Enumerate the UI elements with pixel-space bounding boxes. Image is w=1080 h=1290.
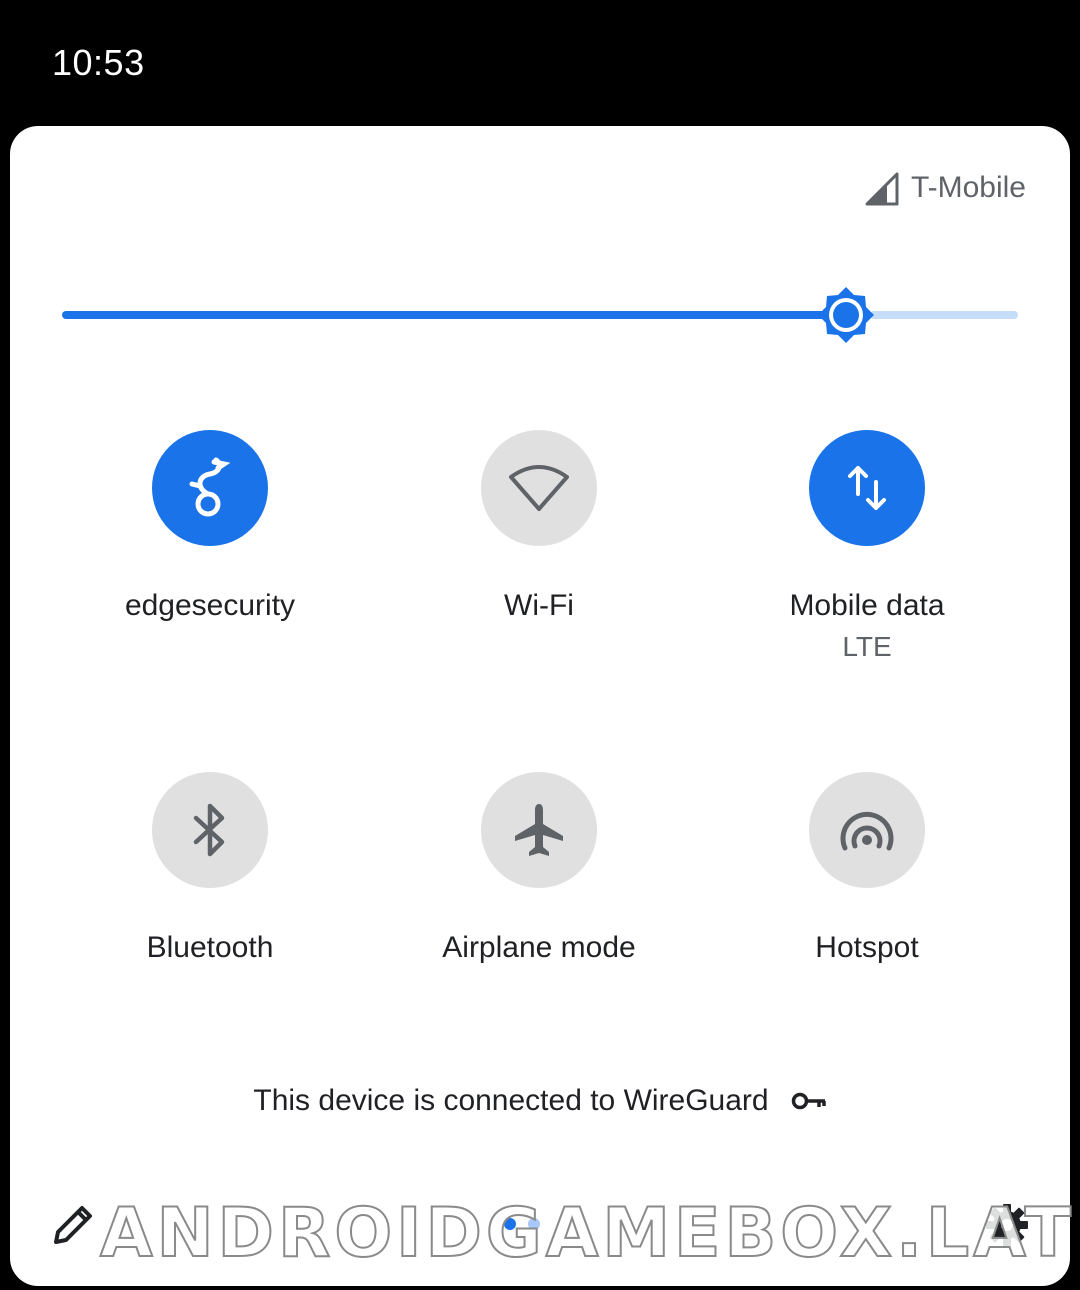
carrier-indicator: T-Mobile xyxy=(863,170,1026,206)
page-dot-inactive xyxy=(528,1218,540,1230)
brightness-track-filled[interactable] xyxy=(62,311,846,319)
tile-wifi[interactable]: Wi-Fi xyxy=(389,430,689,624)
cell-signal-icon xyxy=(865,172,899,206)
tile-sublabel: LTE xyxy=(842,631,892,662)
carrier-name: T-Mobile xyxy=(910,171,1026,204)
airplane-icon xyxy=(515,804,563,856)
tile-bluetooth-button[interactable] xyxy=(152,772,268,888)
tile-bluetooth[interactable]: Bluetooth xyxy=(60,772,360,966)
brightness-slider[interactable] xyxy=(62,285,1018,345)
clock: 10:53 xyxy=(52,42,145,83)
wifi-icon xyxy=(509,465,569,511)
tile-label: Airplane mode xyxy=(442,931,636,964)
brightness-icon[interactable] xyxy=(816,285,876,345)
tile-hotspot[interactable]: Hotspot xyxy=(717,772,1017,966)
brightness-track-rest[interactable] xyxy=(870,311,1018,319)
tile-mobile-data-button[interactable] xyxy=(809,430,925,546)
tile-airplane-mode-button[interactable] xyxy=(481,772,597,888)
vpn-key-icon xyxy=(791,1092,826,1110)
wireguard-dragon-icon xyxy=(189,457,231,517)
tile-airplane-mode[interactable]: Airplane mode xyxy=(389,772,689,966)
tile-mobile-data[interactable]: Mobile data LTE xyxy=(717,430,1017,664)
tile-label: edgesecurity xyxy=(124,589,296,622)
tile-label: Wi-Fi xyxy=(504,589,574,622)
pencil-icon[interactable] xyxy=(50,1202,96,1248)
gear-icon[interactable] xyxy=(984,1202,1030,1248)
quick-settings-footer xyxy=(10,1196,1070,1276)
bluetooth-icon xyxy=(193,803,225,857)
status-bar: 10:53 xyxy=(0,0,1080,126)
vpn-notice[interactable]: This device is connected to WireGuard xyxy=(10,1084,1070,1118)
tile-label: Bluetooth xyxy=(146,931,274,964)
hotspot-icon xyxy=(840,811,894,851)
page-indicator xyxy=(504,1218,540,1230)
mobile-data-arrows-icon xyxy=(848,466,886,510)
tile-label: Hotspot xyxy=(815,931,919,964)
page-dot-active xyxy=(504,1218,516,1230)
vpn-notice-text[interactable]: This device is connected to WireGuard xyxy=(253,1084,768,1118)
tile-edgesecurity-button[interactable] xyxy=(152,430,268,546)
tile-edgesecurity[interactable]: edgesecurity xyxy=(60,430,360,624)
tile-wifi-button[interactable] xyxy=(481,430,597,546)
tile-hotspot-button[interactable] xyxy=(809,772,925,888)
quick-settings-panel: T-Mobile edgesecurity Wi-Fi Mobile data … xyxy=(10,126,1070,1286)
tile-label: Mobile data xyxy=(789,589,945,622)
